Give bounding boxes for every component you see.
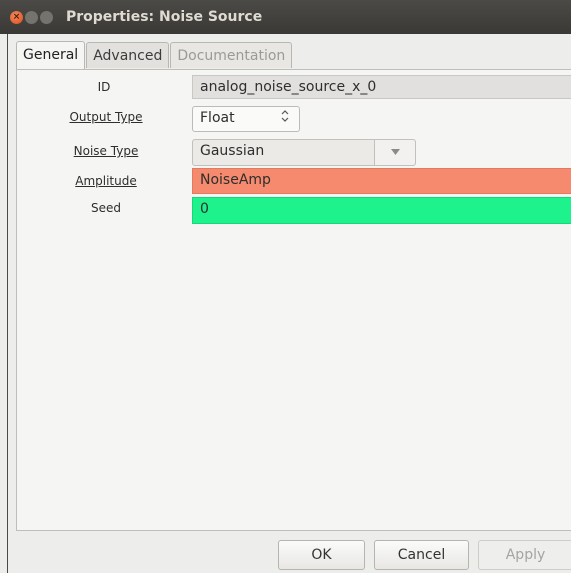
properties-dialog: × Properties: Noise Source General Advan…	[0, 0, 571, 573]
seed-value: 0	[200, 201, 209, 217]
output-type-value: Float	[200, 110, 235, 126]
ok-button[interactable]: OK	[278, 540, 365, 570]
output-type-select[interactable]: Float	[192, 106, 300, 132]
id-field[interactable]: analog_noise_source_x_0	[192, 75, 571, 99]
output-type-label: Output Type	[69, 110, 143, 124]
noise-type-label: Noise Type	[73, 144, 139, 158]
noise-type-value: Gaussian	[200, 143, 265, 159]
title-bar: × Properties: Noise Source	[0, 0, 571, 34]
seed-label: Seed	[91, 201, 121, 215]
id-label: ID	[97, 80, 111, 94]
amplitude-value: NoiseAmp	[200, 172, 271, 188]
spin-arrows-icon	[281, 109, 289, 126]
window-title: Properties: Noise Source	[66, 9, 263, 25]
tab-advanced[interactable]: Advanced	[86, 42, 170, 68]
id-value: analog_noise_source_x_0	[200, 79, 377, 95]
maximize-window-button[interactable]	[40, 11, 53, 24]
noise-type-select[interactable]: Gaussian	[192, 139, 416, 166]
close-icon: ×	[12, 12, 21, 22]
tab-general[interactable]: General	[16, 41, 86, 69]
window-frame	[7, 34, 8, 573]
tab-documentation[interactable]: Documentation	[170, 42, 293, 68]
chevron-down-icon	[390, 142, 400, 164]
dropdown-button[interactable]	[374, 140, 415, 165]
close-window-button[interactable]: ×	[10, 11, 23, 24]
cancel-button[interactable]: Cancel	[374, 540, 469, 570]
amplitude-field[interactable]: NoiseAmp	[192, 168, 571, 194]
seed-field[interactable]: 0	[192, 197, 571, 224]
tab-bar: General Advanced Documentation	[16, 41, 293, 69]
amplitude-label: Amplitude	[75, 174, 137, 188]
minimize-window-button[interactable]	[25, 11, 38, 24]
apply-button[interactable]: Apply	[478, 540, 571, 570]
